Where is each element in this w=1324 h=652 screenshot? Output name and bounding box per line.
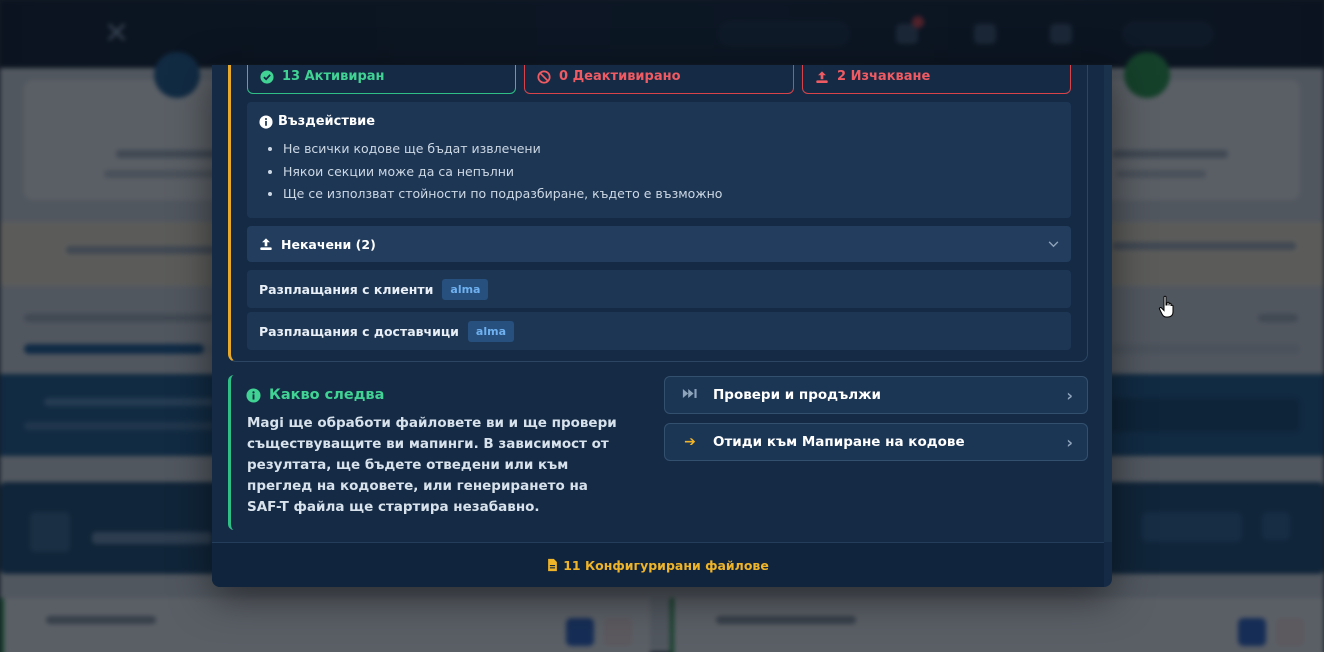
modal-footer: 11 Конфигурирани файлове xyxy=(212,542,1104,587)
go-to-code-mapping-label: Отиди към Мапиране на кодове xyxy=(713,434,965,450)
fast-forward-icon xyxy=(681,387,699,403)
next-steps-text: Magi ще обработи файловете ви и ще прове… xyxy=(247,415,617,515)
deactivated-label: 0 Деактивирано xyxy=(559,69,681,84)
impact-item: Не всички кодове ще бъдат извлечени xyxy=(283,138,1059,161)
activated-label: 13 Активиран xyxy=(282,69,385,84)
impact-item: Ще се използват стойности по подразбиран… xyxy=(283,183,1059,206)
impact-heading: Въздействие xyxy=(259,114,1059,129)
not-uploaded-label: Некачени (2) xyxy=(281,236,376,252)
hand-cursor-icon xyxy=(1158,295,1174,318)
arrow-right-icon: ➔ xyxy=(684,434,696,450)
check-circle-icon xyxy=(260,69,274,84)
row-tag: alma xyxy=(467,320,514,342)
next-steps-title: Какво следва xyxy=(269,387,385,403)
next-steps-heading: Какво следва xyxy=(246,387,384,403)
impact-item: Някои секции може да са непълни xyxy=(283,161,1059,184)
upload-icon xyxy=(816,70,828,83)
not-uploaded-toggle[interactable]: Некачени (2) xyxy=(247,226,1071,262)
pending-label: 2 Изчакване xyxy=(837,69,931,84)
impact-panel: Въздействие Не всички кодове ще бъдат из… xyxy=(247,102,1071,218)
not-uploaded-row: Разплащания с клиенти alma xyxy=(247,270,1071,308)
activated-stat: 13 Активиран xyxy=(247,65,516,94)
ban-icon xyxy=(537,69,551,84)
chevron-down-icon xyxy=(1048,240,1059,247)
check-and-continue-label: Провери и продължи xyxy=(713,387,882,403)
row-label: Разплащания с доставчици xyxy=(259,323,459,339)
file-icon xyxy=(548,558,558,572)
info-icon xyxy=(246,387,261,403)
go-to-code-mapping-button[interactable]: ➔ Отиди към Мапиране на кодове › xyxy=(664,423,1088,461)
impact-list: Не всички кодове ще бъдат извлечени Няко… xyxy=(259,138,1059,206)
upload-icon xyxy=(260,238,272,250)
modal-scrollbar[interactable] xyxy=(1104,65,1112,542)
pending-stat: 2 Изчакване xyxy=(802,65,1071,94)
not-uploaded-row: Разплащания с доставчици alma xyxy=(247,312,1071,350)
configured-files-label: 11 Конфигурирани файлове xyxy=(563,557,769,573)
chevron-right-icon: › xyxy=(1066,432,1073,452)
check-and-continue-button[interactable]: Провери и продължи › xyxy=(664,376,1088,414)
modal-dialog: 13 Активиран 0 Деактивирано 2 Изчакване … xyxy=(212,65,1112,587)
impact-title: Въздействие xyxy=(278,114,376,129)
row-tag: alma xyxy=(442,278,489,300)
row-label: Разплащания с клиенти xyxy=(259,281,434,297)
deactivated-stat: 0 Деактивирано xyxy=(524,65,794,94)
info-icon xyxy=(259,114,273,129)
chevron-right-icon: › xyxy=(1066,385,1073,405)
